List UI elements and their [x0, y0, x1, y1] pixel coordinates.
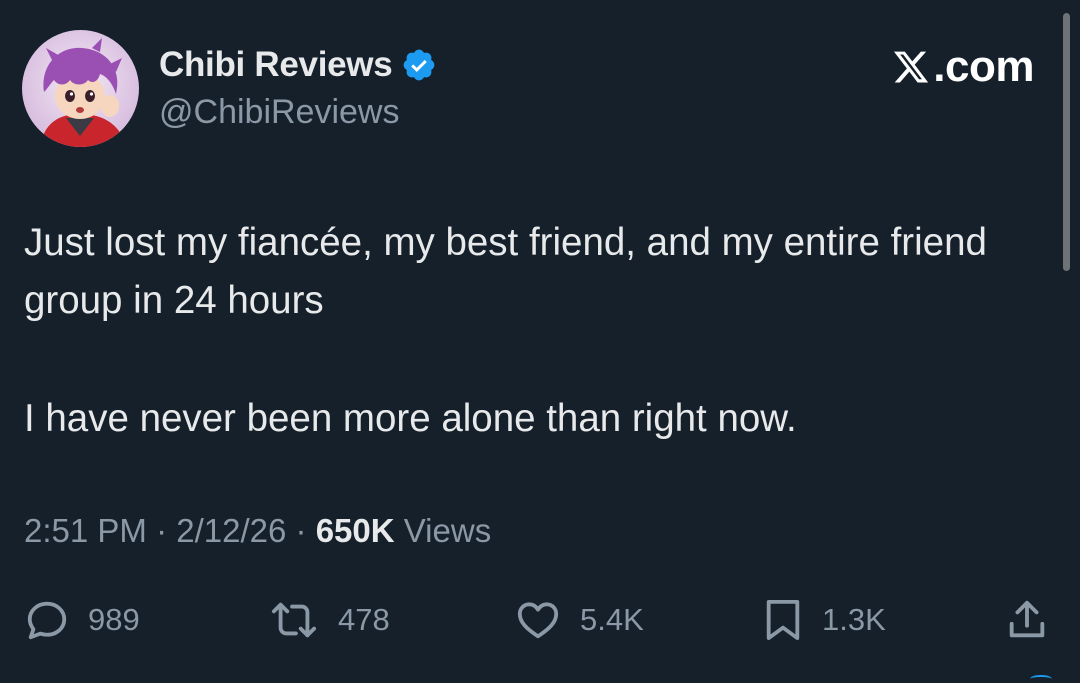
author-handle[interactable]: @ChibiReviews — [159, 93, 399, 132]
tweet-date[interactable]: 2/12/26 — [176, 512, 286, 549]
verified-badge-icon — [401, 47, 437, 83]
scrollbar[interactable] — [1063, 13, 1070, 271]
repost-icon — [271, 602, 317, 638]
bookmark-button[interactable]: 1.3K — [762, 590, 886, 650]
views-count[interactable]: 650K — [316, 512, 395, 549]
x-logo-icon — [894, 51, 929, 83]
bottom-edge-indicator — [1030, 675, 1052, 683]
meta-separator: · — [295, 512, 307, 549]
views-label: Views — [403, 512, 492, 549]
x-brand-text: .com — [933, 42, 1034, 91]
like-button[interactable]: 5.4K — [514, 590, 644, 650]
tweet-text-line-2: I have never been more alone than right … — [24, 397, 797, 440]
bookmark-count: 1.3K — [822, 602, 886, 637]
reply-button[interactable]: 989 — [24, 590, 140, 650]
share-icon — [1009, 600, 1045, 638]
x-brand-logo: .com — [891, 42, 1034, 92]
like-count: 5.4K — [580, 602, 644, 637]
reply-count: 989 — [88, 602, 140, 637]
author-name-row: Chibi Reviews — [159, 43, 437, 87]
author-avatar[interactable] — [22, 30, 139, 147]
reply-icon — [27, 601, 67, 640]
tweet-text-line-1: Just lost my fiancée, my best friend, an… — [24, 221, 987, 322]
repost-count: 478 — [338, 602, 390, 637]
tweet-meta: 2:51 PM · 2/12/26 · 650K Views — [24, 512, 491, 550]
repost-button[interactable]: 478 — [268, 590, 390, 650]
share-button[interactable] — [1004, 590, 1050, 650]
author-display-name[interactable]: Chibi Reviews — [159, 45, 393, 85]
action-bar: 989 478 5.4K 1.3K — [0, 590, 1080, 650]
tweet-text: Just lost my fiancée, my best friend, an… — [24, 214, 1034, 448]
tweet-time[interactable]: 2:51 PM — [24, 512, 147, 549]
meta-separator: · — [156, 512, 168, 549]
bookmark-icon — [766, 599, 800, 641]
chibi-character-avatar-icon — [22, 30, 139, 147]
heart-icon — [517, 602, 559, 639]
